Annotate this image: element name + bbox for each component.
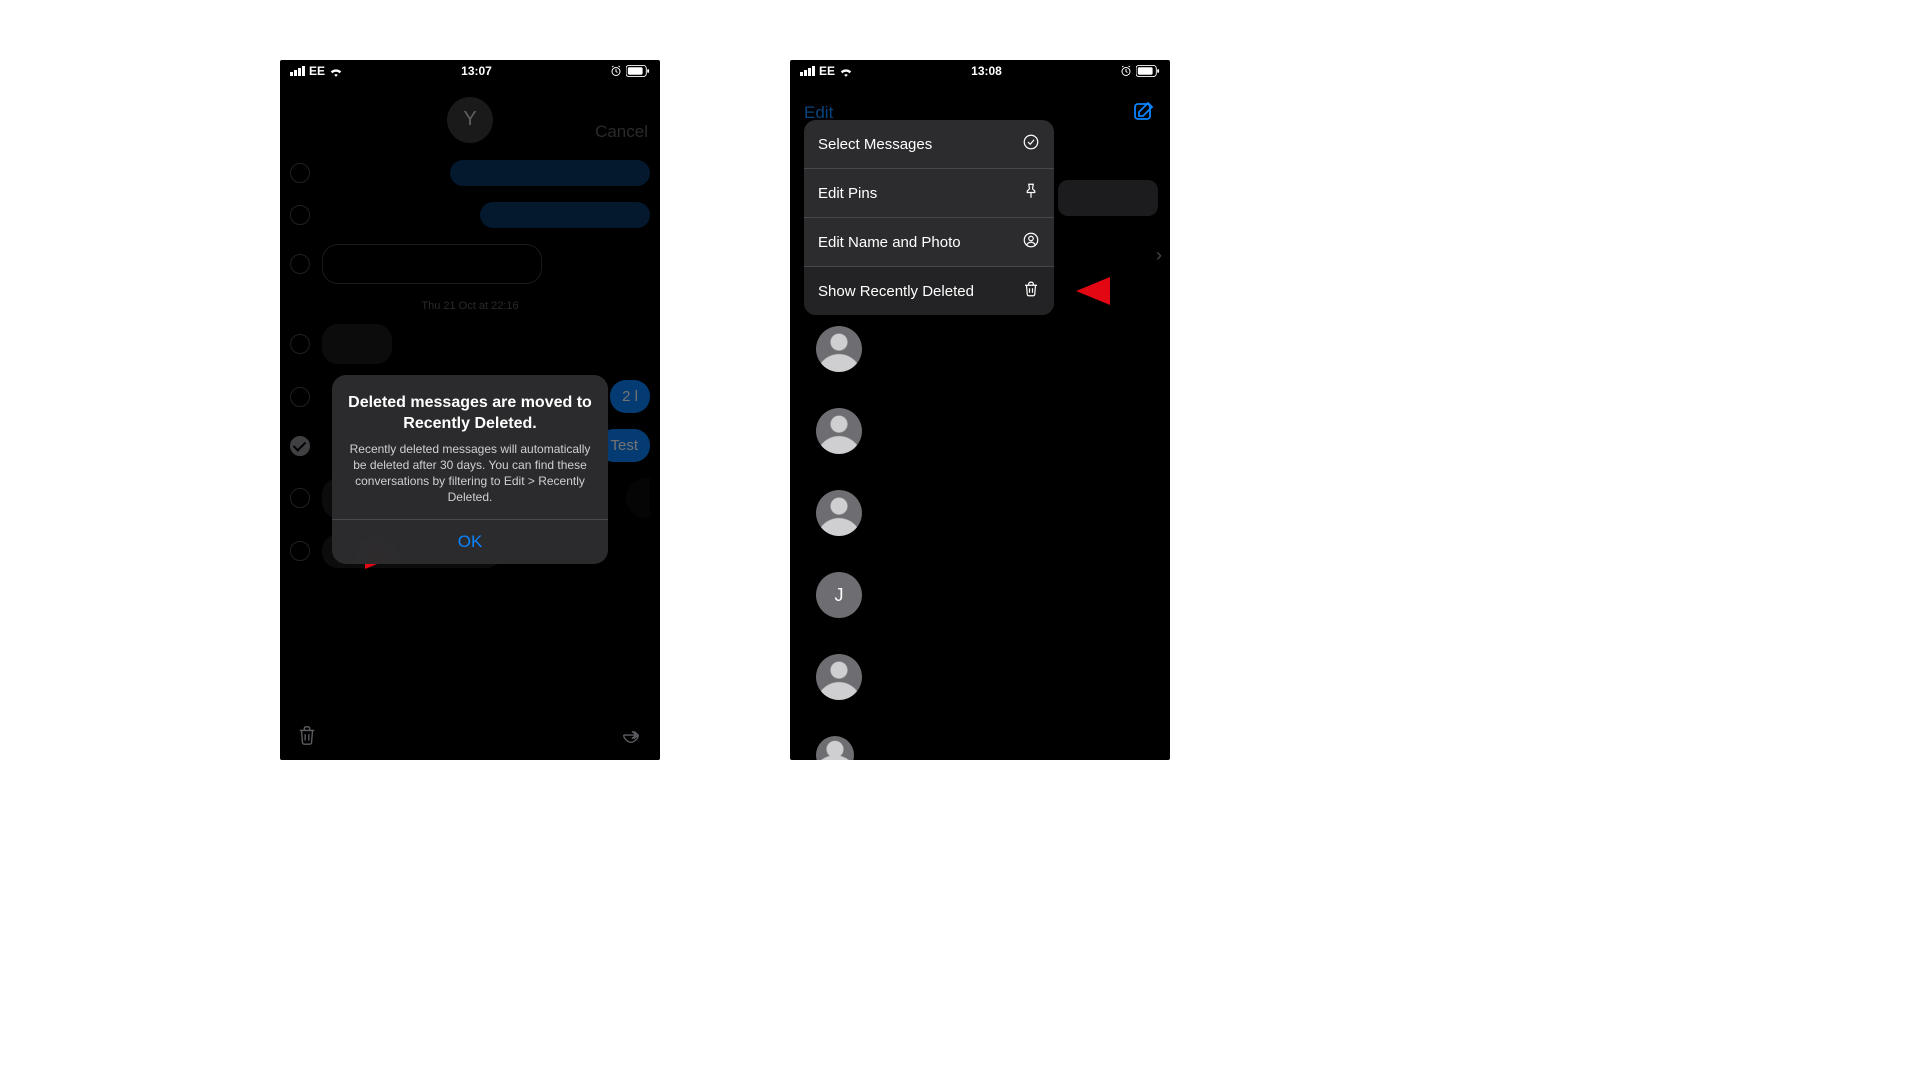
carrier-label: EE <box>819 64 835 78</box>
select-circle[interactable] <box>290 334 310 354</box>
chevron-right-icon: › <box>1156 245 1162 266</box>
menu-item-label: Show Recently Deleted <box>818 283 974 300</box>
alert-title: Deleted messages are moved to Recently D… <box>348 393 592 435</box>
select-circle[interactable] <box>290 541 310 561</box>
wifi-icon <box>329 66 343 77</box>
status-time: 13:07 <box>461 64 492 78</box>
battery-icon <box>1136 65 1160 77</box>
select-circle[interactable] <box>290 163 310 183</box>
status-bar: EE 13:08 <box>790 60 1170 82</box>
date-separator: Thu 21 Oct at 22:16 <box>290 300 650 312</box>
menu-item-recently-deleted[interactable]: Show Recently Deleted <box>804 267 1054 315</box>
select-circle-checked[interactable] <box>290 436 310 456</box>
message-bubble[interactable] <box>626 478 650 518</box>
compose-button[interactable] <box>1132 99 1156 128</box>
message-bubble[interactable]: 2 l <box>610 380 650 413</box>
select-circle[interactable] <box>290 205 310 225</box>
search-field[interactable] <box>1058 180 1158 216</box>
phone-screenshot-left: EE 13:07 Y Cancel Thu 21 Oct at 22:16 <box>280 60 660 760</box>
status-bar: EE 13:07 <box>280 60 660 82</box>
menu-item-label: Edit Name and Photo <box>818 234 961 251</box>
wifi-icon <box>839 66 853 77</box>
alarm-icon <box>610 65 622 77</box>
carrier-label: EE <box>309 64 325 78</box>
menu-item-select-messages[interactable]: Select Messages <box>804 120 1054 169</box>
chat-avatar[interactable] <box>816 654 862 700</box>
message-bubble[interactable] <box>450 160 650 186</box>
message-bubble[interactable] <box>322 324 392 364</box>
trash-icon[interactable] <box>296 723 318 752</box>
bottom-toolbar <box>280 715 660 760</box>
menu-item-edit-pins[interactable]: Edit Pins <box>804 169 1054 218</box>
person-circle-icon <box>1022 231 1040 253</box>
annotation-arrow <box>1076 277 1110 305</box>
alert-message: Recently deleted messages will automatic… <box>348 441 592 506</box>
menu-item-edit-name-photo[interactable]: Edit Name and Photo <box>804 218 1054 267</box>
chat-avatar[interactable] <box>816 736 854 760</box>
chat-avatar[interactable] <box>816 326 862 372</box>
select-circle[interactable] <box>290 254 310 274</box>
trash-icon <box>1022 280 1040 302</box>
conversation-header: Y Cancel <box>280 82 660 157</box>
select-circle[interactable] <box>290 387 310 407</box>
chat-avatar[interactable]: J <box>816 572 862 618</box>
cellular-signal-icon <box>800 66 815 76</box>
contact-avatar[interactable]: Y <box>447 97 493 143</box>
select-circle[interactable] <box>290 488 310 508</box>
cellular-signal-icon <box>290 66 305 76</box>
battery-icon <box>626 65 650 77</box>
alert-dialog: Deleted messages are moved to Recently D… <box>332 375 608 564</box>
menu-item-label: Edit Pins <box>818 185 877 202</box>
alert-ok-button[interactable]: OK <box>332 519 608 564</box>
chat-avatar[interactable] <box>816 408 862 454</box>
alarm-icon <box>1120 65 1132 77</box>
phone-screenshot-right: EE 13:08 Edit › Select Messages <box>790 60 1170 760</box>
select-icon <box>1022 133 1040 155</box>
chat-list: J <box>790 326 1170 760</box>
cancel-button[interactable]: Cancel <box>595 122 648 142</box>
message-bubble[interactable] <box>480 202 650 228</box>
pin-icon <box>1022 182 1040 204</box>
status-time: 13:08 <box>971 64 1002 78</box>
menu-item-label: Select Messages <box>818 136 932 153</box>
share-icon[interactable] <box>618 724 644 751</box>
edit-menu: Select Messages Edit Pins Edit Name and … <box>804 120 1054 315</box>
chat-avatar[interactable] <box>816 490 862 536</box>
message-bubble[interactable] <box>322 244 542 284</box>
